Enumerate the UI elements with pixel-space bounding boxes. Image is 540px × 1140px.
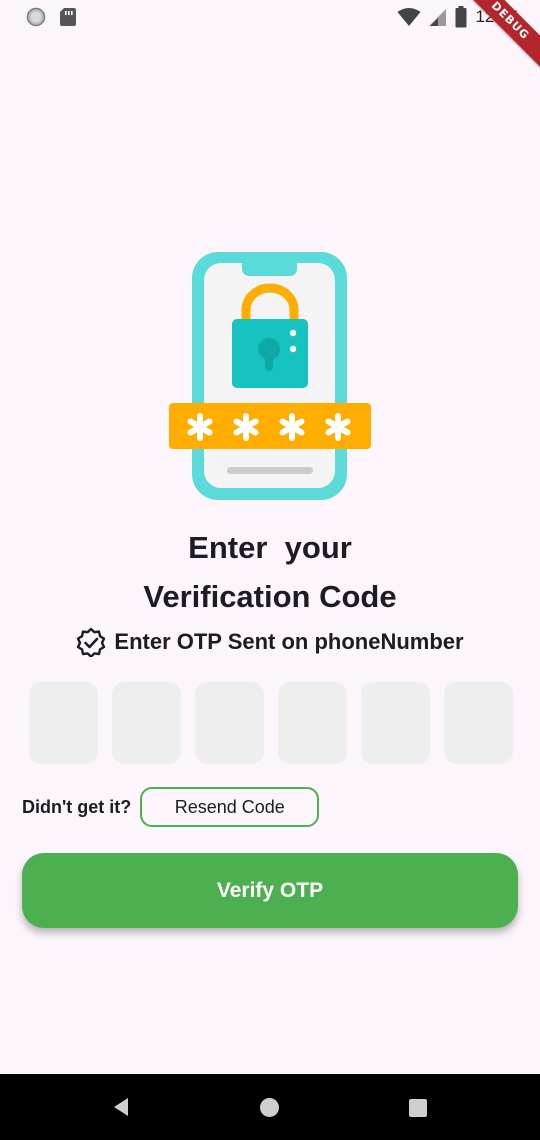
status-left-icons [26, 7, 77, 27]
verify-otp-button[interactable]: Verify OTP [22, 853, 518, 928]
subtitle-row: Enter OTP Sent on phoneNumber [0, 627, 540, 657]
home-icon[interactable] [260, 1098, 279, 1117]
navigation-bar [0, 1074, 540, 1140]
resend-code-button[interactable]: Resend Code [140, 787, 320, 827]
back-icon[interactable] [112, 1097, 130, 1117]
wifi-icon [397, 8, 421, 26]
battery-icon [455, 6, 467, 28]
otp-digit-1[interactable] [29, 682, 98, 764]
otp-digit-5[interactable] [361, 682, 430, 764]
recents-icon[interactable] [409, 1099, 427, 1117]
title-line-1: Enter your [188, 530, 352, 565]
verified-badge-icon [77, 627, 106, 657]
title-line-2: Verification Code [143, 579, 397, 614]
resend-label: Didn't get it? [22, 796, 132, 817]
subtitle-text: Enter OTP Sent on phoneNumber [114, 629, 464, 654]
status-bar: 12:35 [0, 0, 540, 34]
otp-digit-2[interactable] [112, 682, 181, 764]
otp-digit-4[interactable] [278, 682, 347, 764]
otp-digit-6[interactable] [444, 682, 513, 764]
sd-card-icon [60, 8, 76, 26]
phone-lock-icon [169, 252, 371, 500]
otp-digit-3[interactable] [195, 682, 264, 764]
circle-icon [26, 7, 46, 27]
resend-row: Didn't get it? Resend Code [22, 787, 320, 827]
otp-input-row [29, 682, 513, 764]
signal-icon [429, 9, 447, 26]
